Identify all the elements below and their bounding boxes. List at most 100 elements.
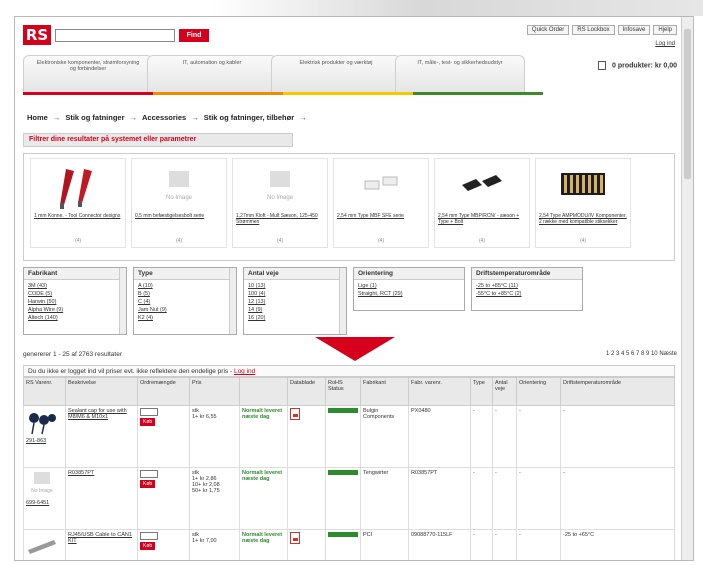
quantity-input[interactable]	[140, 470, 158, 478]
column-header[interactable]: Ordremængde	[137, 377, 190, 406]
column-header[interactable]: Pris	[189, 377, 240, 406]
gallery-item[interactable]: No Image 0,5 mm befæstigelsesbolt serie …	[131, 158, 227, 248]
gallery-item[interactable]: No Image 1,27mm Kloft - Mult Sæson, 125-…	[232, 158, 328, 248]
filter-option[interactable]: Jam Nut (9)	[138, 307, 167, 313]
filter-option[interactable]: -55°C to +85°C (2)	[476, 291, 522, 297]
gallery-item-label[interactable]: 1 mm Konne. - Tool Connector designs	[31, 213, 125, 219]
column-header[interactable]: Antal veje	[492, 377, 517, 406]
column-header[interactable]: Fabrikant	[360, 377, 409, 406]
quick-order-link[interactable]: Quick Order	[526, 25, 570, 35]
column-header[interactable]: Datablade	[287, 377, 326, 406]
filter-option[interactable]: Alpha Wire (9)	[28, 307, 63, 313]
pagination[interactable]: 1 2 3 4 5 6 7 8 9 10 Næste	[606, 351, 677, 357]
filter-type[interactable]: Type A (10) B (5) C (4) Jam Nut (9) K2 (…	[133, 267, 237, 335]
no-image-label: No Image	[166, 195, 193, 201]
gallery-item-label[interactable]: 2,54 Type AMPMODU/IV Komponenter, 2 rækk…	[536, 213, 630, 225]
column-header[interactable]: RoHS Status	[325, 377, 361, 406]
filter-ways[interactable]: Antal veje 10 (13) 100 (4) 12 (13) 14 (9…	[243, 267, 347, 335]
rs-number-link[interactable]: 699-6451	[26, 500, 63, 506]
filter-option[interactable]: CODE (5)	[28, 291, 52, 297]
stock-status: Normalt leveret næste dag	[239, 405, 288, 468]
column-header[interactable]: Beskrivelse	[65, 377, 138, 406]
gallery-item[interactable]: 2,54 mm Type MBF SFE serie (4)	[333, 158, 429, 248]
product-description-link[interactable]: RJ45/USB Cable to CAN1 KIT	[68, 532, 132, 544]
lockbox-link[interactable]: RS Lockbox	[572, 25, 615, 35]
filter-option[interactable]: 3M (43)	[28, 283, 47, 289]
login-notice-link[interactable]: Log ind	[234, 368, 255, 375]
find-button[interactable]: Find	[179, 29, 209, 42]
filter-option[interactable]: A (10)	[138, 283, 153, 289]
filter-orientation[interactable]: Orientering Lige (1) Straight, RCT (29)	[353, 267, 465, 311]
quantity-input[interactable]	[140, 532, 158, 540]
gallery-item-count: (4)	[74, 238, 82, 244]
filter-option[interactable]: C (4)	[138, 299, 150, 305]
filter-option[interactable]: B (5)	[138, 291, 150, 297]
product-description-link[interactable]: Sealant cap for use with M8/M6 & M10x1	[68, 408, 127, 420]
gallery-item-label[interactable]: 1,27mm Kloft - Mult Sæson, 125-450 Strøm…	[233, 213, 327, 225]
infosave-link[interactable]: Infosave	[617, 25, 651, 35]
rohs-status-icon	[328, 470, 358, 475]
gallery-item-label[interactable]: 2,54 mm Type MBP/RCN/ - sæson + Type + B…	[435, 213, 529, 225]
rs-logo[interactable]: RS	[23, 25, 51, 45]
datasheet-pdf-icon[interactable]	[290, 408, 300, 420]
gallery-item-label[interactable]: 0,5 mm befæstigelsesbolt serie	[132, 213, 226, 219]
filter-option[interactable]: 16 (20)	[248, 315, 265, 321]
tab-electronic-components[interactable]: Elektroniske komponenter, strømforsyning…	[23, 55, 153, 93]
filter-temperature[interactable]: Driftstemperaturområde -25 to +85°C (11)…	[471, 267, 583, 311]
column-header[interactable]: Orientering	[516, 377, 561, 406]
filter-option[interactable]: Altech (140)	[28, 315, 58, 321]
search-input[interactable]	[55, 29, 175, 42]
price-cell: stk 1+ kr 2,86 10+ kr 2,08 50+ kr 1,75	[189, 467, 240, 530]
filter-option[interactable]: Harwin (50)	[28, 299, 56, 305]
column-header[interactable]: Fabr. varenr.	[408, 377, 471, 406]
column-header[interactable]: Driftstemperaturområde	[560, 377, 675, 406]
breadcrumb-arrow-icon: →	[52, 113, 61, 122]
gallery-item-label[interactable]: 2,54 mm Type MBF SFE serie	[334, 213, 428, 219]
gallery-item[interactable]: 2,54 Type AMPMODU/IV Komponenter, 2 rækk…	[535, 158, 631, 248]
breadcrumb-accessories[interactable]: Accessories	[142, 113, 186, 122]
filter-option[interactable]: Lige (1)	[358, 283, 377, 289]
filter-option[interactable]: 14 (9)	[248, 307, 262, 313]
quantity-input[interactable]	[140, 408, 158, 416]
filter-scrollbar[interactable]	[229, 268, 236, 334]
filter-option[interactable]: Straight, RCT (29)	[358, 291, 403, 297]
column-header[interactable]: Type	[470, 377, 493, 406]
filter-option[interactable]: 12 (13)	[248, 299, 265, 305]
filter-heading-label: Driftstemperaturområde	[472, 268, 582, 280]
basket-summary[interactable]: 0 produkter: kr 0,00	[598, 61, 677, 70]
buy-button[interactable]: Køb	[140, 418, 156, 426]
category-color-bar	[23, 92, 543, 95]
datasheet-pdf-icon[interactable]	[290, 532, 300, 544]
product-image	[28, 540, 56, 554]
page-scrollbar[interactable]	[681, 17, 693, 560]
breadcrumb-home[interactable]: Home	[27, 113, 48, 122]
tab-electrical-tools[interactable]: Elektrisk produkter og værktøj	[271, 55, 401, 93]
product-description-link[interactable]: R03857PT	[68, 470, 94, 476]
rs-number-link[interactable]: 291-863	[26, 438, 63, 444]
filter-option[interactable]: 10 (13)	[248, 283, 265, 289]
gallery-item[interactable]: 2,54 mm Type MBP/RCN/ - sæson + Type + B…	[434, 158, 530, 248]
category-color-yellow	[283, 92, 413, 95]
category-tabs: Elektroniske komponenter, strømforsyning…	[23, 55, 525, 93]
filter-manufacturer[interactable]: Fabrikant 3M (43) CODE (5) Harwin (50) A…	[23, 267, 127, 335]
tab-it-automation[interactable]: IT, automation og kabler	[147, 55, 277, 93]
product-gallery: 1 mm Konne. - Tool Connector designs (4)…	[23, 153, 675, 261]
no-image-placeholder: No Image	[31, 472, 53, 494]
filter-option[interactable]: K2 (4)	[138, 315, 153, 321]
login-notice: Du du ikke er logget ind vil priser evt.…	[23, 365, 675, 377]
filter-option[interactable]: 100 (4)	[248, 291, 265, 297]
filter-option[interactable]: -25 to +85°C (11)	[476, 283, 518, 289]
gallery-item[interactable]: 1 mm Konne. - Tool Connector designs (4)	[30, 158, 126, 248]
scrollbar-thumb[interactable]	[684, 29, 691, 179]
column-header[interactable]: RS Varenr.	[23, 377, 66, 406]
breadcrumb-connectors[interactable]: Stik og fatninger	[65, 113, 124, 122]
buy-button[interactable]: Køb	[140, 480, 156, 488]
manufacturer-cell: PCI	[360, 529, 409, 560]
tab-test-safety[interactable]: IT, måle-, test- og sikkerhedsudstyr	[395, 55, 525, 93]
help-link[interactable]: Hjelp	[653, 25, 677, 35]
filter-scrollbar[interactable]	[339, 268, 346, 334]
buy-button[interactable]: Køb	[140, 542, 156, 550]
filter-scrollbar[interactable]	[119, 268, 126, 334]
mfr-part-cell: 09088770-115LF	[408, 529, 471, 560]
login-link[interactable]: Log ind	[655, 41, 675, 47]
